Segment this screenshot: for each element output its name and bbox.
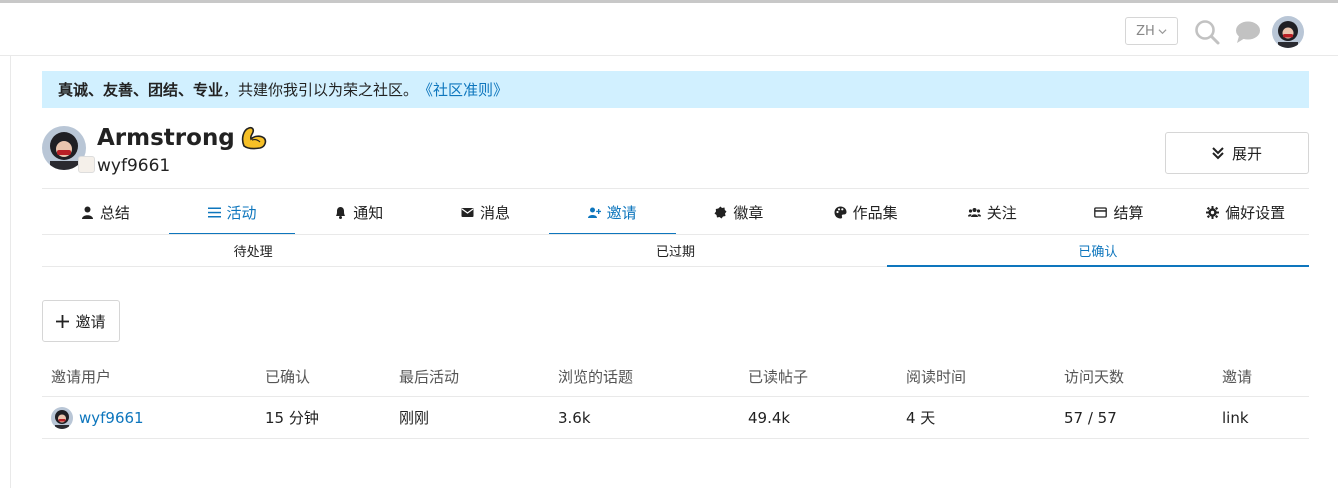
expand-label: 展开 xyxy=(1231,144,1262,163)
search-icon[interactable] xyxy=(1193,18,1221,46)
tab-label: 消息 xyxy=(479,203,510,222)
last-active-cell: 刚刚 xyxy=(399,409,430,427)
community-guidelines-link[interactable]: 《社区准则》 xyxy=(418,79,508,100)
list-icon xyxy=(207,207,221,217)
tab-preferences[interactable]: 偏好设置 xyxy=(1182,189,1309,235)
invite-button-label: 邀请 xyxy=(75,312,106,331)
site-header: ZH xyxy=(0,0,1338,56)
chat-icon[interactable] xyxy=(1234,20,1262,44)
tab-label: 邀请 xyxy=(606,203,637,222)
invite-link-cell[interactable]: link xyxy=(1222,397,1249,438)
redeemed-cell: 15 分钟 xyxy=(265,409,319,427)
header-topics-viewed[interactable]: 浏览的话题 xyxy=(558,357,633,396)
profile-name-text: Armstrong xyxy=(97,125,235,151)
tab-following[interactable]: 关注 xyxy=(929,189,1056,235)
tab-billing[interactable]: 结算 xyxy=(1056,189,1183,235)
header-redeemed[interactable]: 已确认 xyxy=(265,357,310,396)
left-divider xyxy=(10,56,11,488)
header-read-time[interactable]: 阅读时间 xyxy=(906,357,966,396)
user-plus-icon xyxy=(587,207,601,218)
flexed-biceps-icon xyxy=(241,126,266,150)
community-banner: 真诚、友善、团结、专业 ，共建你我引以为荣之社区。 《社区准则》 xyxy=(42,71,1309,108)
palette-icon xyxy=(834,206,847,218)
tab-summary[interactable]: 总结 xyxy=(42,189,169,235)
subtab-pending[interactable]: 待处理 xyxy=(42,235,464,266)
avatar[interactable] xyxy=(51,406,73,429)
bell-icon xyxy=(336,206,346,219)
header-invited-user[interactable]: 邀请用户 xyxy=(51,357,111,396)
chevron-down-icon xyxy=(1158,28,1167,34)
read-time-cell: 4 天 xyxy=(906,409,936,427)
user-icon xyxy=(81,206,93,219)
tab-label: 偏好设置 xyxy=(1225,203,1286,222)
tab-label: 结算 xyxy=(1113,203,1144,222)
header-days-visited[interactable]: 访问天数 xyxy=(1064,357,1124,396)
header-posts-read[interactable]: 已读帖子 xyxy=(748,357,808,396)
tab-label: 徽章 xyxy=(733,203,764,222)
topics-viewed-cell: 3.6k xyxy=(558,408,591,427)
header-last-active[interactable]: 最后活动 xyxy=(399,357,459,396)
invited-user-link[interactable]: wyf9661 xyxy=(79,409,144,427)
tab-badges[interactable]: 徽章 xyxy=(676,189,803,235)
banner-bold-text: 真诚、友善、团结、专业 xyxy=(58,81,224,99)
table-row: wyf9661 15 分钟 刚刚 3.6k 49.4k 4 天 57 / 57 … xyxy=(42,397,1309,439)
profile-name: Armstrong xyxy=(97,124,268,152)
double-chevron-down-icon xyxy=(1212,147,1224,160)
tab-label: 总结 xyxy=(99,203,130,222)
subtab-expired[interactable]: 已过期 xyxy=(464,235,886,266)
tab-activity[interactable]: 活动 xyxy=(168,189,296,235)
tab-label: 通知 xyxy=(353,203,384,222)
posts-read-cell: 49.4k xyxy=(748,408,791,427)
gear-icon xyxy=(1206,205,1220,219)
user-flair xyxy=(78,156,95,173)
credit-card-icon xyxy=(1094,206,1108,218)
language-switcher[interactable]: ZH xyxy=(1125,17,1178,45)
tab-label: 关注 xyxy=(986,203,1017,222)
tab-label: 作品集 xyxy=(852,203,898,222)
avatar[interactable] xyxy=(1272,16,1304,48)
tab-notifications[interactable]: 通知 xyxy=(295,189,422,235)
tab-messages[interactable]: 消息 xyxy=(422,189,549,235)
envelope-icon xyxy=(461,207,474,217)
expand-button[interactable]: 展开 xyxy=(1165,132,1309,174)
invites-table: 邀请用户 已确认 最后活动 浏览的话题 已读帖子 阅读时间 访问天数 邀请 wy… xyxy=(42,357,1309,439)
profile-username: wyf9661 xyxy=(97,156,171,176)
invite-button[interactable]: 邀请 xyxy=(42,300,120,342)
user-nav: 总结 活动 通知 消息 邀请 徽章 作品集 关注 结算 偏好设置 xyxy=(42,189,1309,235)
users-icon xyxy=(967,207,981,217)
days-visited-cell: 57 / 57 xyxy=(1064,408,1117,427)
language-label: ZH xyxy=(1136,23,1155,39)
banner-text: ，共建你我引以为荣之社区。 xyxy=(223,81,419,99)
invited-user-cell: wyf9661 xyxy=(51,397,144,438)
tab-portfolio[interactable]: 作品集 xyxy=(802,189,929,235)
header-invite[interactable]: 邀请 xyxy=(1222,357,1252,396)
subtab-redeemed[interactable]: 已确认 xyxy=(886,235,1310,267)
tab-label: 活动 xyxy=(226,203,257,222)
tab-invites[interactable]: 邀请 xyxy=(548,189,676,235)
table-header: 邀请用户 已确认 最后活动 浏览的话题 已读帖子 阅读时间 访问天数 邀请 xyxy=(42,357,1309,397)
badge-icon xyxy=(714,206,727,218)
plus-icon xyxy=(56,314,70,328)
invite-subnav: 待处理 已过期 已确认 xyxy=(42,235,1310,267)
